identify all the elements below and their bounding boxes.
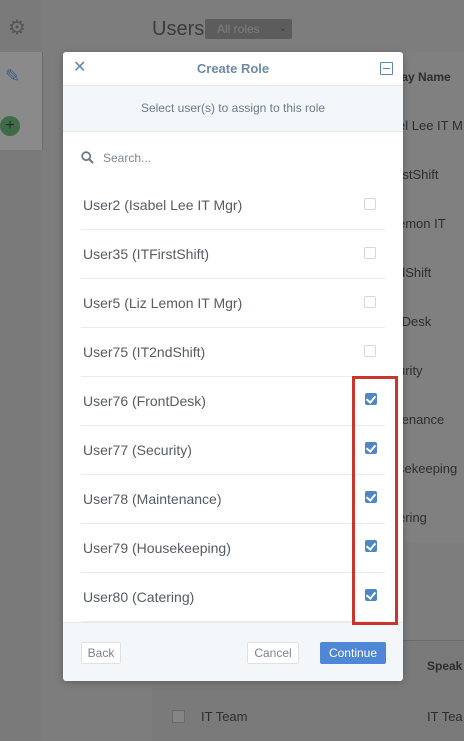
user-list-item[interactable]: User79 (Housekeeping) — [81, 524, 385, 573]
user-checkbox[interactable] — [364, 247, 376, 259]
user-name: User35 (ITFirstShift) — [83, 246, 210, 262]
user-name: User79 (Housekeeping) — [83, 540, 231, 556]
edit-icon[interactable]: ✎ — [5, 66, 20, 87]
gear-icon[interactable]: ⚙ — [8, 18, 26, 38]
table-cell: el Lee IT M — [398, 118, 463, 133]
user-list-item[interactable]: User80 (Catering) — [81, 573, 385, 622]
table-cell: tenance — [398, 412, 445, 427]
role-filter-value: All roles — [217, 22, 260, 36]
role-filter-select[interactable]: All roles ⌄ — [205, 19, 292, 39]
user-name: User77 (Security) — [83, 442, 192, 458]
chevron-down-icon: ⌄ — [278, 23, 287, 34]
dialog-title: Create Role — [196, 61, 270, 76]
user-checkbox[interactable] — [364, 345, 376, 357]
row-checkbox[interactable] — [172, 710, 185, 723]
user-name: User2 (Isabel Lee IT Mgr) — [83, 197, 243, 213]
user-name: User75 (IT2ndShift) — [83, 344, 206, 360]
dialog-subtitle-bar: Select user(s) to assign to this role — [63, 86, 403, 132]
table-cell: emon IT — [398, 216, 446, 231]
user-list-item[interactable]: User76 (FrontDesk) — [81, 377, 385, 426]
dialog-footer: Back Cancel Continue — [63, 622, 403, 681]
page-title: Users — [152, 18, 205, 40]
user-checkbox[interactable] — [364, 296, 376, 308]
column-header-speaker: Speak — [427, 659, 463, 673]
dialog-header: ✕ Create Role — [63, 52, 403, 86]
checkbox-highlight-annotation — [352, 376, 398, 625]
team-name-cell: IT Team — [201, 709, 248, 724]
table-cell: rstShift — [398, 167, 439, 182]
user-list-item[interactable]: User2 (Isabel Lee IT Mgr) — [81, 181, 385, 230]
user-list-item[interactable]: User78 (Maintenance) — [81, 475, 385, 524]
table-cell: sekeeping — [398, 461, 458, 476]
minimize-icon[interactable] — [380, 62, 393, 75]
user-name: User76 (FrontDesk) — [83, 393, 206, 409]
search-icon — [81, 151, 94, 164]
user-list: User2 (Isabel Lee IT Mgr) User35 (ITFirst… — [81, 181, 385, 622]
column-header-display-name: lay Name — [398, 70, 451, 84]
search-input[interactable] — [103, 148, 363, 168]
dialog-subtitle: Select user(s) to assign to this role — [140, 101, 326, 115]
user-name: User80 (Catering) — [83, 589, 195, 605]
user-list-item[interactable]: User75 (IT2ndShift) — [81, 328, 385, 377]
user-name: User5 (Liz Lemon IT Mgr) — [83, 295, 243, 311]
team-value-cell: IT Tea — [427, 709, 463, 724]
add-icon[interactable]: + — [0, 116, 20, 136]
user-list-item[interactable]: User77 (Security) — [81, 426, 385, 475]
user-list-item[interactable]: User35 (ITFirstShift) — [81, 230, 385, 279]
cancel-button[interactable]: Cancel — [247, 642, 299, 664]
user-name: User78 (Maintenance) — [83, 491, 222, 507]
user-checkbox[interactable] — [364, 198, 376, 210]
continue-button[interactable]: Continue — [320, 642, 386, 664]
user-list-item[interactable]: User5 (Liz Lemon IT Mgr) — [81, 279, 385, 328]
search-bar — [81, 148, 381, 168]
back-button[interactable]: Back — [81, 642, 121, 664]
